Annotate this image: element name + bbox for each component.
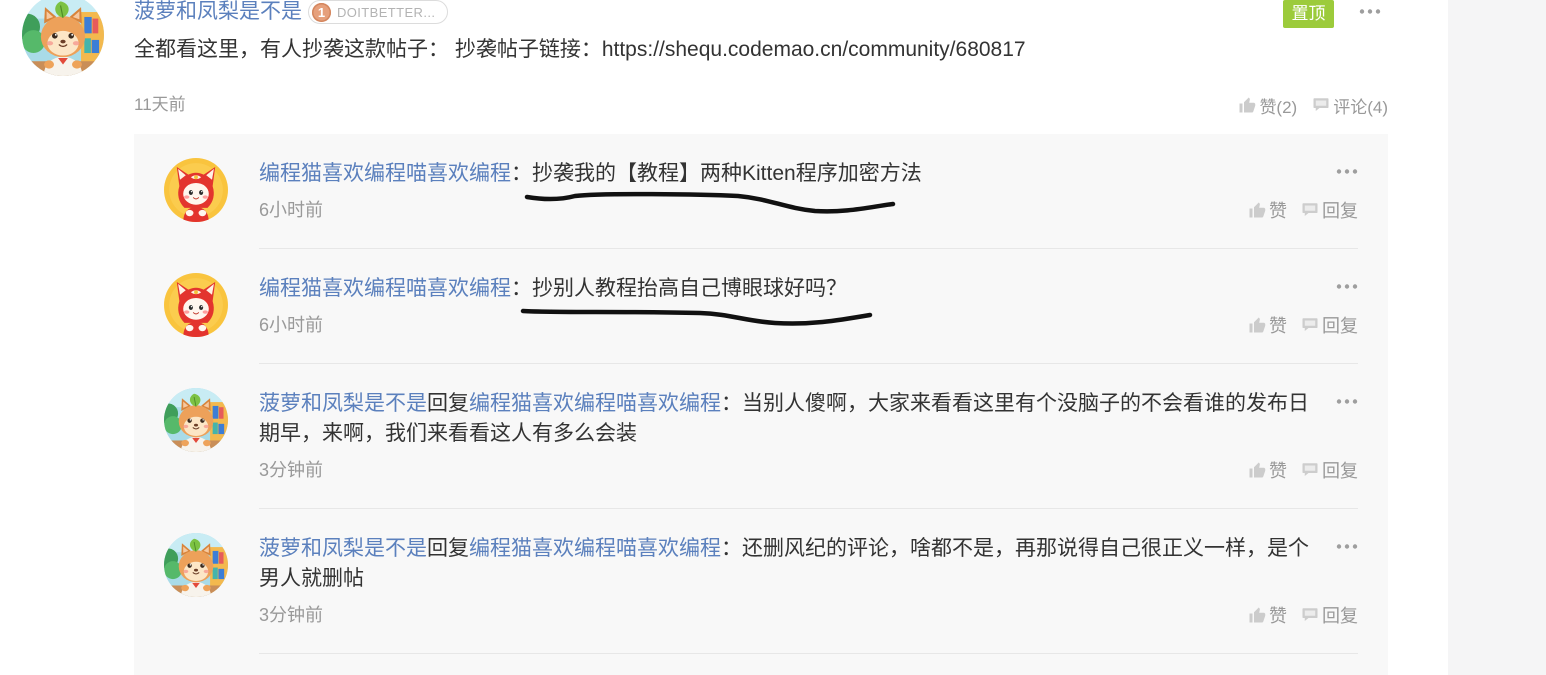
comment-bubble-icon bbox=[1301, 201, 1319, 219]
comment-body: 菠萝和凤梨是不是回复编程猫喜欢编程喵喜欢编程：当别人傻啊，大家来看看这里有个没脑… bbox=[259, 389, 1317, 449]
comment-bubble-icon bbox=[1301, 316, 1319, 334]
comment-more-button[interactable] bbox=[1336, 166, 1358, 177]
thumbs-up-icon bbox=[1248, 316, 1266, 334]
reply-target-link[interactable]: 编程猫喜欢编程喵喜欢编程 bbox=[469, 537, 721, 560]
comment-like-button[interactable]: 赞 bbox=[1248, 457, 1287, 483]
thumbs-up-icon bbox=[1238, 96, 1256, 114]
comment-reply-button[interactable]: 回复 bbox=[1301, 457, 1358, 483]
comment-author-link[interactable]: 编程猫喜欢编程喵喜欢编程 bbox=[259, 162, 511, 185]
comment-bubble-icon bbox=[1301, 461, 1319, 479]
more-dots-icon bbox=[1336, 396, 1358, 407]
comment-count-label: 评论(4) bbox=[1333, 97, 1388, 117]
post-actions: 赞(2) 评论(4) bbox=[1238, 93, 1388, 118]
comment-author-link[interactable]: 编程猫喜欢编程喵喜欢编程 bbox=[259, 277, 511, 300]
more-dots-icon bbox=[1336, 281, 1358, 292]
comment-colon: ： bbox=[721, 537, 742, 560]
reply-keyword: 回复 bbox=[427, 537, 469, 560]
comment-item: 菠萝和凤梨是不是回复编程猫喜欢编程喵喜欢编程：当别人傻啊，大家来看看这里有个没脑… bbox=[259, 364, 1358, 509]
comment-more-button[interactable] bbox=[1336, 281, 1358, 292]
comment-more-button[interactable] bbox=[1336, 396, 1358, 407]
like-label: 赞 bbox=[1269, 606, 1287, 626]
cat-mascot-avatar-image bbox=[164, 158, 228, 222]
comment-text: 抄袭我的【教程】两种Kitten程序加密方法 bbox=[532, 162, 922, 185]
reply-label: 回复 bbox=[1322, 201, 1358, 221]
comment-actions: 赞 回复 bbox=[1248, 602, 1358, 628]
comment-like-button[interactable]: 赞 bbox=[1248, 602, 1287, 628]
comment-bubble-icon bbox=[1301, 606, 1319, 624]
comment-item: 编程猫喜欢编程喵喜欢编程：抄袭我的【教程】两种Kitten程序加密方法 6小时前… bbox=[259, 134, 1358, 249]
more-dots-icon bbox=[1336, 166, 1358, 177]
reply-target-link[interactable]: 编程猫喜欢编程喵喜欢编程 bbox=[469, 392, 721, 415]
comment-item: 菠萝和凤梨是不是回复编程猫喜欢编程喵喜欢编程：还删风纪的评论，啥都不是，再那说得… bbox=[259, 509, 1358, 654]
commenter-avatar[interactable] bbox=[164, 158, 228, 222]
comment-more-button[interactable] bbox=[1336, 541, 1358, 552]
comment-text: 抄别人教程抬高自己博眼球好吗？ bbox=[532, 277, 847, 300]
comment-actions: 赞 回复 bbox=[1248, 457, 1358, 483]
commenter-avatar[interactable] bbox=[164, 388, 228, 452]
comment-author-link[interactable]: 菠萝和凤梨是不是 bbox=[259, 392, 427, 415]
reply-label: 回复 bbox=[1322, 461, 1358, 481]
reply-label: 回复 bbox=[1322, 316, 1358, 336]
comment-body: 编程猫喜欢编程喵喜欢编程：抄别人教程抬高自己博眼球好吗？ bbox=[259, 274, 1317, 304]
user-title-text: DOITBETTER... bbox=[337, 4, 436, 20]
comment-colon: ： bbox=[511, 277, 532, 300]
comment-meta: 3分钟前 赞 回复 bbox=[259, 603, 1358, 627]
cat-mascot-avatar-image bbox=[164, 273, 228, 337]
comment-time: 3分钟前 bbox=[259, 605, 324, 625]
comment-meta: 3分钟前 赞 回复 bbox=[259, 458, 1358, 482]
squirrel-avatar-image bbox=[164, 533, 228, 597]
comment-body: 编程猫喜欢编程喵喜欢编程：抄袭我的【教程】两种Kitten程序加密方法 bbox=[259, 159, 1317, 189]
comment-list: 编程猫喜欢编程喵喜欢编程：抄袭我的【教程】两种Kitten程序加密方法 6小时前… bbox=[134, 134, 1388, 675]
comment-item: 编程猫喜欢编程喵喜欢编程：抄别人教程抬高自己博眼球好吗？ 6小时前 赞 回复 bbox=[259, 249, 1358, 364]
comment-author-link[interactable]: 菠萝和凤梨是不是 bbox=[259, 537, 427, 560]
like-label: 赞 bbox=[1269, 461, 1287, 481]
comment-time: 3分钟前 bbox=[259, 460, 324, 480]
thumbs-up-icon bbox=[1248, 201, 1266, 219]
like-label: 赞 bbox=[1269, 201, 1287, 221]
post-author-link[interactable]: 菠萝和凤梨是不是 bbox=[134, 0, 302, 24]
comment-colon: ： bbox=[511, 162, 532, 185]
comment-meta: 6小时前 赞 回复 bbox=[259, 198, 1358, 222]
like-count-label: 赞(2) bbox=[1259, 97, 1298, 117]
post-content: 全都看这里，有人抄袭这款帖子： 抄袭帖子链接：https://shequ.cod… bbox=[134, 38, 1026, 61]
squirrel-avatar-image bbox=[164, 388, 228, 452]
commenter-avatar[interactable] bbox=[164, 533, 228, 597]
comment-reply-button[interactable]: 回复 bbox=[1301, 312, 1358, 338]
post-comment-button[interactable]: 评论(4) bbox=[1312, 93, 1388, 118]
post-time: 11天前 bbox=[134, 95, 186, 114]
comment-time: 6小时前 bbox=[259, 315, 324, 335]
thumbs-up-icon bbox=[1248, 606, 1266, 624]
comment-colon: ： bbox=[721, 392, 742, 415]
level-badge-icon: 1 bbox=[312, 2, 331, 22]
comment-time: 6小时前 bbox=[259, 200, 324, 220]
reply-keyword: 回复 bbox=[427, 392, 469, 415]
comment-actions: 赞 回复 bbox=[1248, 312, 1358, 338]
post-like-button[interactable]: 赞(2) bbox=[1238, 93, 1297, 118]
user-title-badge: 1 DOITBETTER... bbox=[308, 0, 449, 24]
more-dots-icon bbox=[1359, 6, 1381, 17]
comment-reply-button[interactable]: 回复 bbox=[1301, 197, 1358, 223]
comment-like-button[interactable]: 赞 bbox=[1248, 197, 1287, 223]
post-author-avatar[interactable] bbox=[22, 0, 104, 76]
more-dots-icon bbox=[1336, 541, 1358, 552]
squirrel-avatar-image bbox=[22, 0, 104, 76]
comment-meta: 6小时前 赞 回复 bbox=[259, 313, 1358, 337]
reply-label: 回复 bbox=[1322, 606, 1358, 626]
pinned-tag: 置顶 bbox=[1283, 0, 1334, 28]
comment-reply-button[interactable]: 回复 bbox=[1301, 602, 1358, 628]
comment-bubble-icon bbox=[1312, 96, 1330, 114]
commenter-avatar[interactable] bbox=[164, 273, 228, 337]
comment-actions: 赞 回复 bbox=[1248, 197, 1358, 223]
post-more-button[interactable] bbox=[1359, 6, 1381, 17]
thumbs-up-icon bbox=[1248, 461, 1266, 479]
right-sidebar-background bbox=[1448, 0, 1546, 675]
comment-body: 菠萝和凤梨是不是回复编程猫喜欢编程喵喜欢编程：还删风纪的评论，啥都不是，再那说得… bbox=[259, 534, 1317, 594]
comment-like-button[interactable]: 赞 bbox=[1248, 312, 1287, 338]
like-label: 赞 bbox=[1269, 316, 1287, 336]
